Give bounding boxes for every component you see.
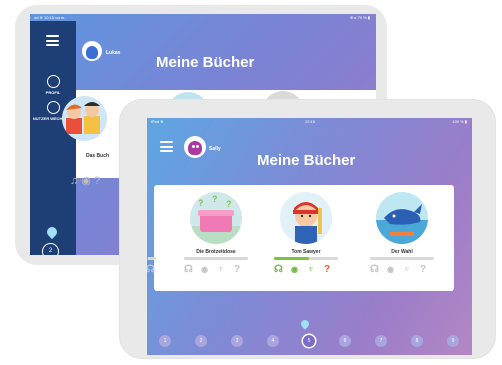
user-name: Sally — [209, 146, 221, 152]
avatar[interactable] — [82, 41, 102, 61]
switch-user-icon — [46, 101, 60, 114]
microphone-icon[interactable]: ♆ — [307, 264, 315, 276]
back-status-bar: ad ≋ 10:15 vorm. ⊕ ▸ 70 % ▮ — [30, 14, 376, 21]
progress-bar — [370, 257, 434, 260]
headphones-icon[interactable]: ☊ — [370, 264, 379, 276]
hamburger-menu-icon[interactable] — [160, 141, 173, 152]
question-icon[interactable]: ? — [420, 264, 426, 276]
page-dot-8[interactable]: 8 — [411, 335, 423, 347]
svg-text:?: ? — [226, 199, 232, 209]
page-dot-3[interactable]: 3 — [231, 335, 243, 347]
progress-bar — [274, 257, 338, 260]
svg-text:?: ? — [198, 198, 204, 208]
front-status-bar: iPad ≋ 22:15 100 % ▮ — [147, 118, 472, 125]
book-title: Der Wahl — [391, 249, 413, 255]
microphone-icon[interactable]: ♆ — [403, 264, 411, 276]
page-title: Meine Bücher — [257, 152, 356, 169]
page-dot-7[interactable]: 7 — [375, 335, 387, 347]
page-indicator[interactable]: 2 — [42, 243, 59, 255]
hamburger-menu-icon[interactable] — [46, 35, 59, 46]
book-cover-image[interactable] — [62, 96, 107, 141]
progress-bar — [147, 257, 156, 260]
sidebar: PROFIL NUTZER WECHSELN 2 — [30, 21, 76, 255]
book-actions: ☊ ◉ ♆? — [370, 264, 436, 278]
sidebar-item-profil[interactable]: PROFIL — [30, 75, 76, 95]
front-status-left: iPad ≋ — [151, 119, 164, 124]
page-dot-2[interactable]: 2 — [195, 335, 207, 347]
location-pin-icon — [44, 224, 60, 240]
book-title: Tom Sawyer — [291, 249, 321, 255]
book-card[interactable]: Der Wahl ☊ ◉ ♆? — [362, 185, 442, 291]
location-pin-icon — [299, 318, 311, 330]
book-card[interactable]: Tom Sawyer ☊ ◉ ♆? — [266, 185, 346, 291]
eye-icon[interactable]: ◉ — [201, 264, 208, 276]
headphones-icon[interactable]: ☊ — [274, 264, 283, 276]
svg-text:?: ? — [212, 194, 218, 204]
front-status-right: 100 % ▮ — [452, 119, 467, 124]
back-status-right: ⊕ ▸ 70 % ▮ — [349, 15, 370, 20]
book-card[interactable]: ??? Die Brotzeitdose ☊ ◉ ♆? — [176, 185, 256, 291]
page-dot-5[interactable]: 5 — [303, 335, 315, 347]
book-shelf: ☊ ??? Die Brotzeitdose ☊ ◉ ♆? Tom Sawyer ☊… — [147, 185, 454, 291]
sidebar-item-label: PROFIL — [45, 90, 61, 95]
eye-icon[interactable]: ◉ — [291, 264, 298, 276]
page-dot-1[interactable]: 1 — [159, 335, 171, 347]
page-dot-4[interactable]: 4 — [267, 335, 279, 347]
question-icon[interactable]: ? — [324, 264, 330, 276]
book-cover-image[interactable]: ??? — [190, 192, 242, 244]
page-dot-6[interactable]: 6 — [339, 335, 351, 347]
progress-fill — [274, 257, 310, 260]
front-status-time: 22:15 — [305, 119, 316, 124]
question-icon[interactable]: ? — [234, 264, 240, 276]
user-name: Lukas — [106, 50, 121, 56]
book-card[interactable]: ☊ — [147, 185, 164, 291]
front-tablet-screen: iPad ≋ 22:15 100 % ▮ Sally Meine Bücher … — [147, 118, 472, 355]
book-title: Die Brotzeitdose — [196, 249, 236, 255]
profile-icon — [46, 75, 60, 88]
book-actions: ☊ ◉ ♆? — [184, 264, 250, 278]
book-cover-image[interactable] — [280, 192, 332, 244]
page-title: Meine Bücher — [156, 54, 255, 71]
microphone-icon[interactable]: ♆ — [217, 264, 225, 276]
book-actions-icons: ♫ ◉ ? — [70, 175, 101, 187]
book-actions: ☊ ◉ ♆? — [274, 264, 340, 278]
eye-icon[interactable]: ◉ — [387, 264, 394, 276]
page-dot-9[interactable]: 9 — [447, 335, 459, 347]
avatar[interactable] — [184, 136, 206, 158]
page-navigation: 1 2 3 4 5 6 7 8 9 — [159, 335, 464, 349]
headphones-icon[interactable]: ☊ — [147, 264, 155, 276]
headphones-icon[interactable]: ☊ — [184, 264, 193, 276]
back-status-left: ad ≋ 10:15 vorm. — [34, 15, 66, 20]
book-cover-image[interactable] — [376, 192, 428, 244]
progress-bar — [184, 257, 248, 260]
progress-fill — [147, 257, 148, 260]
book-title: Das Buch — [86, 153, 110, 159]
